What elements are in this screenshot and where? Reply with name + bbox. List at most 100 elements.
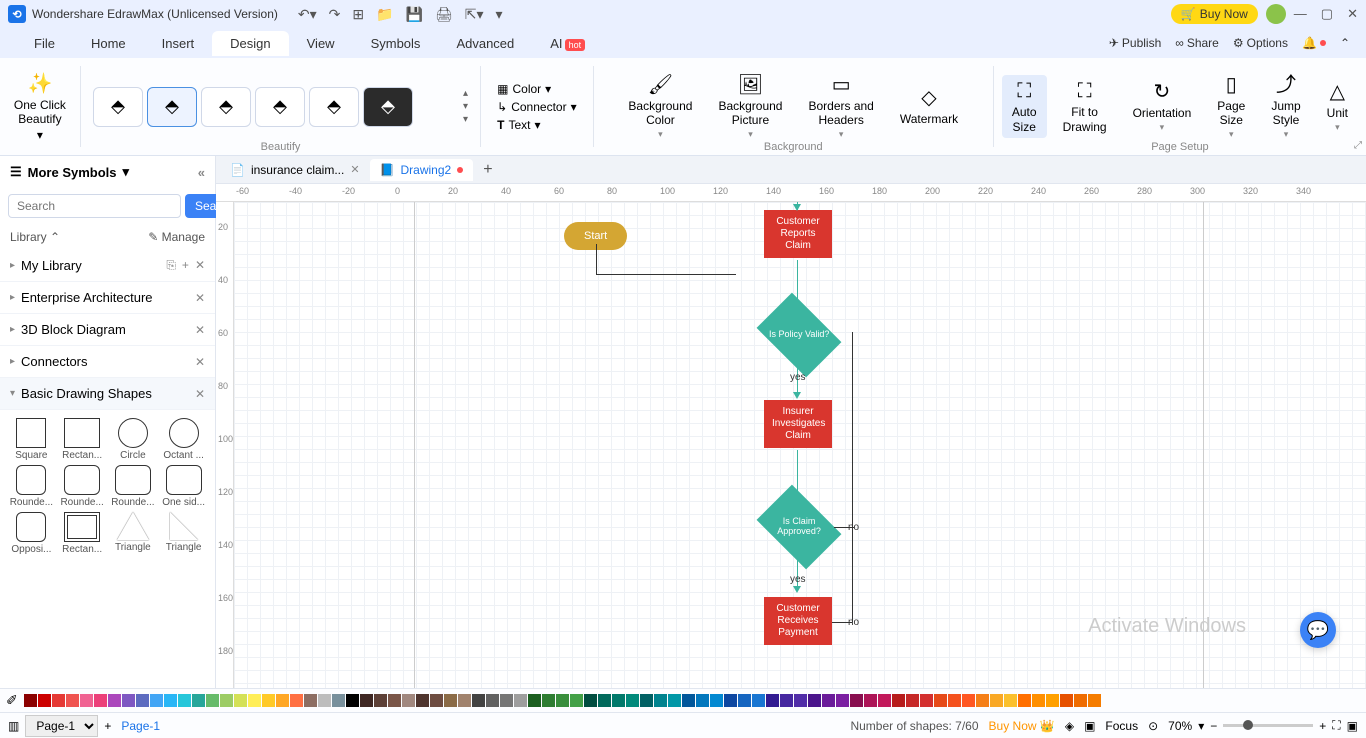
theme-2[interactable]: ⬘ <box>147 87 197 127</box>
connector-tool[interactable]: ↳ Connector▾ <box>497 100 576 114</box>
open-icon[interactable]: 📁 <box>376 6 393 23</box>
options-button[interactable]: ⚙ Options <box>1233 36 1288 50</box>
color-swatch[interactable] <box>486 694 499 707</box>
menu-insert[interactable]: Insert <box>144 31 213 56</box>
expand-pagesetup-icon[interactable]: ⤢ <box>1354 140 1362 151</box>
color-swatch[interactable] <box>710 694 723 707</box>
color-swatch[interactable] <box>654 694 667 707</box>
color-swatch[interactable] <box>318 694 331 707</box>
color-swatch[interactable] <box>612 694 625 707</box>
color-swatch[interactable] <box>542 694 555 707</box>
menu-home[interactable]: Home <box>73 31 144 56</box>
watermark-button[interactable]: ◇Watermark <box>890 82 968 130</box>
color-swatch[interactable] <box>472 694 485 707</box>
color-swatch[interactable] <box>500 694 513 707</box>
shape-rounded3[interactable]: Rounde... <box>110 465 157 508</box>
shape-triangle1[interactable]: Triangle <box>110 512 157 555</box>
color-swatch[interactable] <box>934 694 947 707</box>
add-tab-button[interactable]: + <box>473 161 502 179</box>
cat-basic-shapes[interactable]: ▾Basic Drawing Shapes✕ <box>0 378 215 410</box>
export-icon[interactable]: ⇱▾ <box>465 6 484 23</box>
color-swatch[interactable] <box>738 694 751 707</box>
shape-rounded1[interactable]: Rounde... <box>8 465 55 508</box>
color-swatch[interactable] <box>850 694 863 707</box>
new-icon[interactable]: ⊞ <box>352 6 364 23</box>
color-swatch[interactable] <box>444 694 457 707</box>
color-swatch[interactable] <box>248 694 261 707</box>
color-swatch[interactable] <box>38 694 51 707</box>
buy-now-button[interactable]: 🛒 Buy Now <box>1171 4 1258 24</box>
redo-icon[interactable]: ↷ <box>329 6 341 23</box>
fc-investigates[interactable]: Insurer Investigates Claim <box>764 400 832 448</box>
cat-connectors[interactable]: ▸Connectors✕ <box>0 346 215 378</box>
color-swatch[interactable] <box>696 694 709 707</box>
color-swatch[interactable] <box>892 694 905 707</box>
user-avatar[interactable] <box>1266 4 1286 24</box>
close-cat-icon[interactable]: ✕ <box>195 291 205 305</box>
color-swatch[interactable] <box>976 694 989 707</box>
search-input[interactable] <box>8 194 181 218</box>
color-swatch[interactable] <box>948 694 961 707</box>
zoom-out-icon[interactable]: − <box>1210 719 1217 733</box>
borders-button[interactable]: ▭Borders and Headers▾ <box>798 69 883 145</box>
zoom-value[interactable]: 70% <box>1168 719 1192 733</box>
close-cat-icon[interactable]: ✕ <box>195 355 205 369</box>
text-tool[interactable]: T Text▾ <box>497 118 576 132</box>
color-swatch[interactable] <box>150 694 163 707</box>
color-swatch[interactable] <box>668 694 681 707</box>
page-size-button[interactable]: ▯Page Size▾ <box>1207 69 1255 145</box>
color-swatch[interactable] <box>24 694 37 707</box>
shape-rounded2[interactable]: Rounde... <box>59 465 106 508</box>
close-cat-icon[interactable]: ✕ <box>195 323 205 337</box>
add-icon[interactable]: + <box>182 258 189 273</box>
color-swatch[interactable] <box>724 694 737 707</box>
color-swatch[interactable] <box>458 694 471 707</box>
canvas[interactable]: Start Customer Reports Claim Is Policy V… <box>234 202 1366 688</box>
color-swatch[interactable] <box>570 694 583 707</box>
color-swatch[interactable] <box>1004 694 1017 707</box>
color-swatch[interactable] <box>304 694 317 707</box>
print-icon[interactable]: 🖨 <box>435 6 453 23</box>
color-swatch[interactable] <box>1088 694 1101 707</box>
color-swatch[interactable] <box>360 694 373 707</box>
color-swatch[interactable] <box>388 694 401 707</box>
color-swatch[interactable] <box>164 694 177 707</box>
shape-rectangle[interactable]: Rectan... <box>59 418 106 461</box>
color-swatch[interactable] <box>920 694 933 707</box>
color-swatch[interactable] <box>766 694 779 707</box>
color-swatch[interactable] <box>262 694 275 707</box>
maximize-icon[interactable]: ▢ <box>1321 6 1333 22</box>
zoom-slider[interactable] <box>1223 724 1313 727</box>
color-swatch[interactable] <box>80 694 93 707</box>
color-swatch[interactable] <box>290 694 303 707</box>
color-swatch[interactable] <box>374 694 387 707</box>
page-label[interactable]: Page-1 <box>121 719 160 733</box>
color-swatch[interactable] <box>598 694 611 707</box>
color-swatch[interactable] <box>780 694 793 707</box>
bg-picture-button[interactable]: 🖼Background Picture▾ <box>708 69 792 145</box>
eyedropper-icon[interactable]: ✐ <box>6 692 18 709</box>
more-icon[interactable]: ▾ <box>496 6 503 23</box>
manage-button[interactable]: ✎ Manage <box>148 230 205 244</box>
color-swatch[interactable] <box>1074 694 1087 707</box>
color-swatch[interactable] <box>332 694 345 707</box>
color-swatch[interactable] <box>906 694 919 707</box>
color-swatch[interactable] <box>626 694 639 707</box>
color-swatch[interactable] <box>234 694 247 707</box>
color-swatch[interactable] <box>1060 694 1073 707</box>
color-swatch[interactable] <box>416 694 429 707</box>
color-swatch[interactable] <box>822 694 835 707</box>
color-swatch[interactable] <box>122 694 135 707</box>
color-swatch[interactable] <box>682 694 695 707</box>
fit-drawing-button[interactable]: ⛶Fit to Drawing <box>1053 75 1117 138</box>
focus-button[interactable]: Focus <box>1105 719 1138 733</box>
menu-design[interactable]: Design <box>212 31 288 56</box>
color-swatch[interactable] <box>346 694 359 707</box>
color-swatch[interactable] <box>640 694 653 707</box>
color-tool[interactable]: ▦ Color▾ <box>497 82 576 96</box>
cat-enterprise[interactable]: ▸Enterprise Architecture✕ <box>0 282 215 314</box>
color-swatch[interactable] <box>206 694 219 707</box>
color-swatch[interactable] <box>528 694 541 707</box>
color-swatch[interactable] <box>430 694 443 707</box>
color-swatch[interactable] <box>808 694 821 707</box>
